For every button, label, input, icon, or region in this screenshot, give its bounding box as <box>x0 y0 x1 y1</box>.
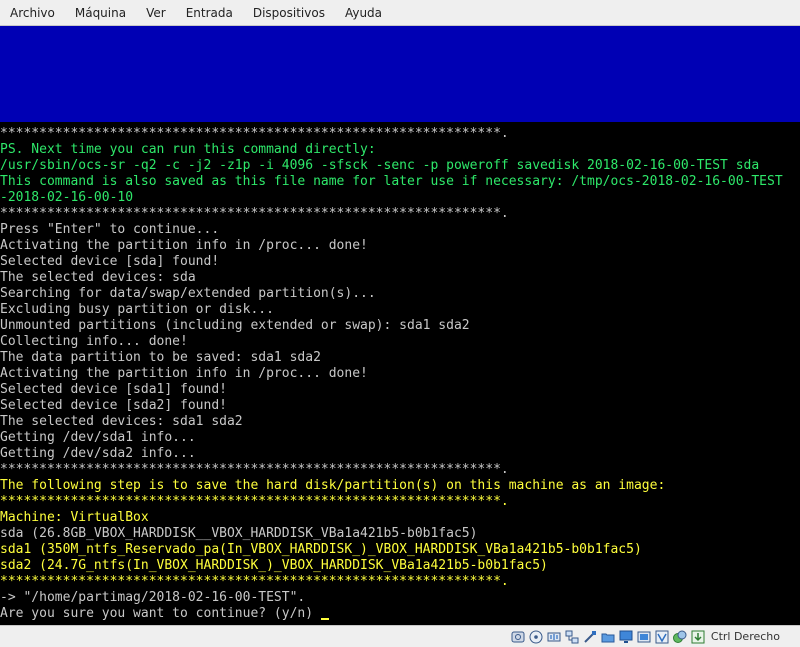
terminal-line: Collecting info... done! <box>0 334 188 349</box>
hard-disk-icon[interactable] <box>510 629 526 645</box>
terminal-line: ****************************************… <box>0 462 509 477</box>
terminal-line: Getting /dev/sda2 info... <box>0 446 196 461</box>
optical-drive-icon[interactable] <box>528 629 544 645</box>
terminal-line: sda2 (24.7G_ntfs(In_VBOX_HARDDISK_)_VBOX… <box>0 558 548 573</box>
terminal-line: -> "/home/partimag/2018-02-16-00-TEST". <box>0 590 306 605</box>
terminal-line: Activating the partition info in /proc..… <box>0 366 368 381</box>
terminal-screen[interactable]: ****************************************… <box>0 122 800 625</box>
terminal-line: Selected device [sda] found! <box>0 254 220 269</box>
terminal-line: PS. Next time you can run this command d… <box>0 142 376 157</box>
terminal-prompt-line[interactable]: Are you sure you want to continue? (y/n) <box>0 606 329 622</box>
menu-bar: Archivo Máquina Ver Entrada Dispositivos… <box>0 0 800 26</box>
network-icon[interactable] <box>564 629 580 645</box>
status-bar: Ctrl Derecho <box>0 625 800 647</box>
menu-entrada[interactable]: Entrada <box>176 0 243 26</box>
terminal-line: ****************************************… <box>0 574 509 589</box>
text-cursor <box>320 618 329 620</box>
menu-maquina[interactable]: Máquina <box>65 0 136 26</box>
menu-dispositivos[interactable]: Dispositivos <box>243 0 335 26</box>
terminal-line: Selected device [sda2] found! <box>0 398 227 413</box>
terminal-line: The data partition to be saved: sda1 sda… <box>0 350 321 365</box>
terminal-line: -2018-02-16-00-10 <box>0 190 134 205</box>
keyboard-capture-icon[interactable] <box>690 629 706 645</box>
terminal-line: ****************************************… <box>0 126 509 141</box>
terminal-line: Activating the partition info in /proc..… <box>0 238 368 253</box>
terminal-line: Selected device [sda1] found! <box>0 382 227 397</box>
virtualization-icon[interactable] <box>654 629 670 645</box>
video-capture-icon[interactable] <box>636 629 652 645</box>
audio-icon[interactable] <box>546 629 562 645</box>
terminal-line: Press "Enter" to continue... <box>0 222 220 237</box>
host-key-label: Ctrl Derecho <box>710 630 780 643</box>
terminal-line: This command is also saved as this file … <box>0 174 783 189</box>
menu-ver[interactable]: Ver <box>136 0 176 26</box>
terminal-line: sda1 (350M_ntfs_Reservado_pa(In_VBOX_HAR… <box>0 542 642 557</box>
terminal-line: The selected devices: sda1 sda2 <box>0 414 243 429</box>
terminal-line: Searching for data/swap/extended partiti… <box>0 286 376 301</box>
terminal-line: ****************************************… <box>0 494 509 509</box>
display-icon[interactable] <box>618 629 634 645</box>
terminal-line: sda (26.8GB_VBOX_HARDDISK__VBOX_HARDDISK… <box>0 526 478 541</box>
terminal-line: The following step is to save the hard d… <box>0 478 666 493</box>
shared-folders-icon[interactable] <box>600 629 616 645</box>
terminal-line: /usr/sbin/ocs-sr -q2 -c -j2 -z1p -i 4096… <box>0 158 760 173</box>
terminal-line: Getting /dev/sda1 info... <box>0 430 196 445</box>
terminal-line: Unmounted partitions (including extended… <box>0 318 470 333</box>
prompt-text: Are you sure you want to continue? (y/n) <box>0 606 321 621</box>
menu-archivo[interactable]: Archivo <box>0 0 65 26</box>
terminal-line: ****************************************… <box>0 206 509 221</box>
menu-ayuda[interactable]: Ayuda <box>335 0 392 26</box>
mouse-integration-icon[interactable] <box>672 629 688 645</box>
usb-icon[interactable] <box>582 629 598 645</box>
console-banner <box>0 26 800 122</box>
terminal-line: Excluding busy partition or disk... <box>0 302 274 317</box>
terminal-line: The selected devices: sda <box>0 270 196 285</box>
terminal-line: Machine: VirtualBox <box>0 510 149 525</box>
